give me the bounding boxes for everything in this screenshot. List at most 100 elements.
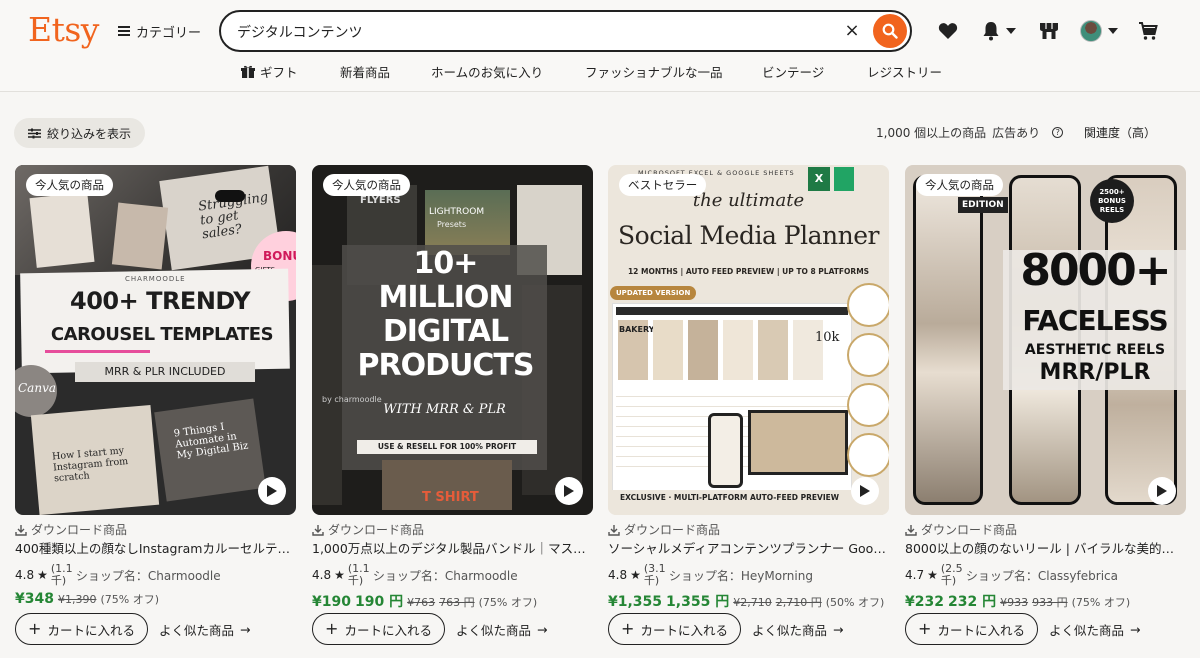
etsy-logo[interactable]: Etsy (28, 10, 99, 49)
search-button[interactable] (873, 14, 907, 48)
shop-manager-button[interactable] (1039, 18, 1059, 44)
download-label-text: ダウンロード商品 (624, 523, 721, 537)
popular-badge: 今人気の商品 (323, 174, 410, 196)
original-price: ¥2,710 (733, 596, 772, 609)
similar-items-link[interactable]: よく似た商品 → (456, 620, 548, 639)
add-to-cart-button[interactable]: + カートに入れる (312, 613, 445, 645)
play-video-button[interactable] (1148, 477, 1176, 505)
promo-text: Social Media Planner (618, 221, 879, 250)
shop-icon (1040, 23, 1058, 39)
promo-text: How I start my Instagram from scratch (51, 445, 129, 485)
discount: (75% オフ) (478, 596, 538, 609)
nav-item-new[interactable]: 新着商品 (340, 62, 390, 81)
sale-price: ¥190 (312, 594, 351, 610)
shop-name[interactable]: ショップ名：HeyMorning (669, 567, 813, 584)
product-card[interactable]: Struggling to get sales? BONU GIFTS INCL… (15, 165, 296, 655)
arrow-right-icon: → (240, 622, 251, 637)
download-label-text: ダウンロード商品 (328, 523, 425, 537)
download-label-text: ダウンロード商品 (921, 523, 1018, 537)
search-input[interactable] (237, 21, 797, 43)
play-video-button[interactable] (555, 477, 583, 505)
add-to-cart-button[interactable]: + カートに入れる (905, 613, 1038, 645)
chevron-down-icon (1006, 28, 1016, 34)
popular-badge: 今人気の商品 (916, 174, 1003, 196)
add-to-cart-label: カートに入れる (937, 622, 1025, 638)
categories-button[interactable]: カテゴリー (118, 18, 201, 44)
account-button[interactable] (1080, 18, 1118, 44)
product-image[interactable]: FLYERS LIGHTROOM Presets 10+ MILLION DIG… (312, 165, 593, 515)
discount: (50% オフ) (825, 596, 885, 609)
cart-button[interactable] (1138, 18, 1158, 44)
info-icon[interactable]: ? (1052, 127, 1064, 138)
product-title[interactable]: 8000以上の顔のないリール | バイラルな美的動画 (905, 538, 1186, 557)
star-icon: ★ (927, 568, 938, 582)
add-to-cart-button[interactable]: + カートに入れる (15, 613, 148, 645)
review-count: (3.1千) (643, 562, 666, 587)
similar-items-link[interactable]: よく似た商品 → (159, 620, 251, 639)
product-image[interactable]: MICROSOFT EXCEL & GOOGLE SHEETS X the ul… (608, 165, 889, 515)
promo-text: EXCLUSIVE · MULTI-PLATFORM AUTO-FEED PRE… (608, 490, 889, 515)
star-icon: ★ (334, 568, 345, 582)
promo-text: T SHIRT (422, 490, 479, 505)
plus-icon: + (918, 619, 932, 638)
price: ¥348 ¥1,390 (75% オフ) (15, 591, 159, 607)
price: ¥1,355 1,355 円 ¥2,710 2,710 円 (50% オフ) (608, 591, 884, 611)
digital-download-label: ダウンロード商品 (312, 521, 424, 538)
bestseller-badge: ベストセラー (619, 174, 707, 196)
similar-items-link[interactable]: よく似た商品 → (1049, 620, 1141, 639)
similar-items-link[interactable]: よく似た商品 → (752, 620, 844, 639)
original-price-yen: 2,710 円 (775, 596, 822, 609)
nav-item-gift[interactable]: ギフト (241, 62, 298, 81)
search-bar: × (219, 10, 912, 52)
similar-label: よく似た商品 (1049, 623, 1125, 638)
nav-item-registry[interactable]: レジストリー (867, 62, 942, 81)
menu-icon (118, 26, 130, 36)
play-icon (860, 485, 870, 497)
nav-item-label: ギフト (260, 65, 298, 80)
shop-name[interactable]: ショップ名：Charmoodle (76, 567, 221, 584)
promo-text: USE & RESELL FOR 100% PROFIT (357, 440, 537, 454)
product-card[interactable]: FLYERS LIGHTROOM Presets 10+ MILLION DIG… (312, 165, 593, 655)
sale-price-yen: 190 円 (354, 594, 404, 610)
play-icon (267, 485, 277, 497)
show-filters-button[interactable]: 絞り込みを表示 (14, 118, 145, 148)
promo-text: by charmoodle (322, 395, 382, 404)
nav-item-home-favorites[interactable]: ホームのお気に入り (431, 62, 543, 81)
similar-label: よく似た商品 (159, 623, 235, 638)
notifications-button[interactable] (982, 18, 1016, 44)
clear-search-icon[interactable]: × (841, 20, 863, 42)
sort-dropdown[interactable]: 関連度（高） (1084, 124, 1156, 141)
plus-icon: + (325, 619, 339, 638)
favorites-button[interactable] (938, 18, 958, 44)
similar-label: よく似た商品 (456, 623, 532, 638)
product-card[interactable]: MICROSOFT EXCEL & GOOGLE SHEETS X the ul… (608, 165, 889, 655)
digital-download-label: ダウンロード商品 (608, 521, 720, 538)
add-to-cart-button[interactable]: + カートに入れる (608, 613, 741, 645)
nav-item-vintage[interactable]: ビンテージ (762, 62, 824, 81)
product-image[interactable]: Struggling to get sales? BONU GIFTS INCL… (15, 165, 296, 515)
rating: 4.8 ★ (1.1千) ショップ名：Charmoodle (312, 562, 518, 588)
play-video-button[interactable] (258, 477, 286, 505)
heart-icon (938, 23, 958, 39)
product-card[interactable]: EDITION 2500+ BONUS REELS 8000+ FACELESS… (905, 165, 1186, 655)
original-price: ¥1,390 (57, 593, 97, 606)
promo-text: 12 MONTHS | AUTO FEED PREVIEW | UP TO 8 … (627, 267, 870, 276)
product-title[interactable]: ソーシャルメディアコンテンツプランナー Google Sheets (608, 538, 889, 557)
product-title[interactable]: 400種類以上の顔なしInstagramカルーセルテンプレート (15, 538, 296, 557)
download-icon (15, 524, 27, 536)
nav-item-fashion[interactable]: ファッショナブルな一品 (585, 62, 723, 81)
add-to-cart-label: カートに入れる (47, 622, 135, 638)
promo-text: WITH MRR & PLR (383, 402, 506, 417)
product-image[interactable]: EDITION 2500+ BONUS REELS 8000+ FACELESS… (905, 165, 1186, 515)
product-title[interactable]: 1,000万点以上のデジタル製品バンドル｜マスターリセール権付き (312, 538, 593, 557)
original-price-yen: 933 円 (1032, 596, 1068, 609)
download-icon (312, 524, 324, 536)
search-icon (882, 23, 898, 39)
arrow-right-icon: → (537, 622, 548, 637)
play-icon (564, 485, 574, 497)
shop-name[interactable]: ショップ名：Charmoodle (373, 567, 518, 584)
categories-label: カテゴリー (136, 25, 202, 41)
sale-price: ¥1,355 (608, 594, 663, 610)
play-video-button[interactable] (851, 477, 879, 505)
shop-name[interactable]: ショップ名：Classyfebrica (966, 567, 1118, 584)
